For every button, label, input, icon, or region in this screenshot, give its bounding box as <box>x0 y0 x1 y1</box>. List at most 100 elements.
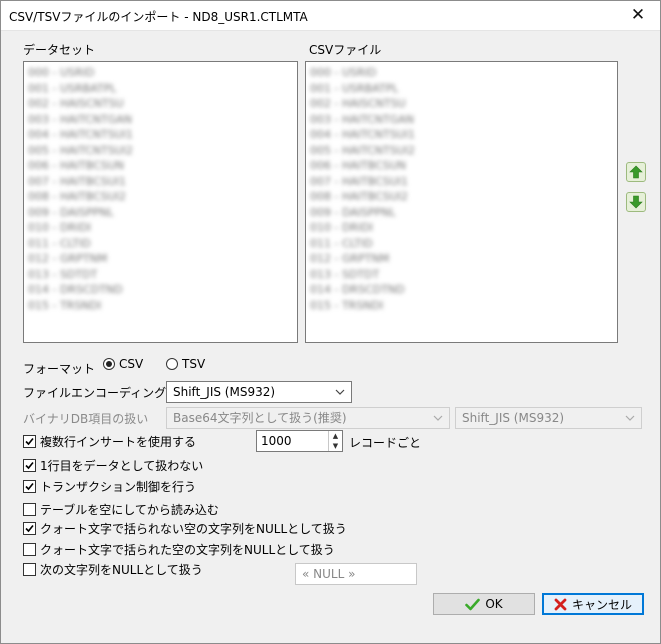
stepper-arrows[interactable]: ▲ ▼ <box>328 431 342 451</box>
list-item[interactable]: 013 - SDTDT <box>28 267 293 283</box>
window-title: CSV/TSVファイルのインポート - ND8_USR1.CTLMTA <box>9 10 308 24</box>
checkmark-icon <box>25 461 34 470</box>
list-item[interactable]: 007 - HAITBCSUI1 <box>28 174 293 190</box>
chevron-down-icon <box>335 389 345 395</box>
checkmark-icon <box>25 482 34 491</box>
custom-null-label: 次の文字列をNULLとして扱う <box>40 563 203 577</box>
list-item[interactable]: 010 - DRIDI <box>28 220 293 236</box>
checkbox-box <box>23 480 36 493</box>
encoding-select[interactable]: Shift_JIS (MS932) <box>166 381 352 403</box>
list-item[interactable]: 005 - HAITCNTSUI2 <box>310 143 613 159</box>
encoding-value: Shift_JIS (MS932) <box>173 385 276 399</box>
binary-mode-select[interactable]: Base64文字列として扱う(推奨) <box>166 407 450 429</box>
csv-file-label: CSVファイル <box>309 43 382 57</box>
quoted-empty-null-checkbox[interactable]: クォート文字で括られた空の文字列をNULLとして扱う <box>23 541 335 558</box>
transaction-label: トランザクション制御を行う <box>40 480 197 494</box>
list-item[interactable]: 000 - USRID <box>28 65 293 81</box>
dataset-label: データセット <box>23 43 96 57</box>
move-up-button[interactable] <box>626 162 646 182</box>
binary-label: バイナリDB項目の扱い <box>23 412 149 426</box>
ok-button-label: OK <box>485 597 503 611</box>
format-label: フォーマット <box>23 362 96 376</box>
list-item[interactable]: 002 - HAISCNTSU <box>28 96 293 112</box>
cross-icon <box>554 598 567 610</box>
list-item[interactable]: 012 - GRPTNM <box>28 251 293 267</box>
radio-label-csv: CSV <box>119 357 144 371</box>
list-item[interactable]: 001 - USRBATPL <box>310 81 613 97</box>
quoted-empty-null-label: クォート文字で括られた空の文字列をNULLとして扱う <box>40 543 335 557</box>
close-icon[interactable]: ✕ <box>616 1 660 31</box>
list-item[interactable]: 003 - HAITCNTGAN <box>310 112 613 128</box>
stepper-up-icon[interactable]: ▲ <box>329 431 342 441</box>
list-item[interactable]: 004 - HAITCNTSUI1 <box>28 127 293 143</box>
list-item[interactable]: 009 - DAISPPNL <box>310 205 613 221</box>
arrow-up-icon <box>629 165 643 179</box>
multi-insert-checkbox[interactable]: 複数行インサートを使用する <box>23 433 196 450</box>
truncate-checkbox[interactable]: テーブルを空にしてから読み込む <box>23 501 219 518</box>
unquoted-empty-null-label: クォート文字で括られない空の文字列をNULLとして扱う <box>40 522 347 536</box>
title-bar: CSV/TSVファイルのインポート - ND8_USR1.CTLMTA ✕ <box>1 1 660 31</box>
csv-file-listbox[interactable]: 000 - USRID 001 - USRBATPL 002 - HAISCNTSU… <box>305 61 618 343</box>
move-down-button[interactable] <box>626 192 646 212</box>
radio-dot <box>166 358 178 370</box>
list-item[interactable]: 011 - CLTID <box>28 236 293 252</box>
checkmark-icon <box>25 437 34 446</box>
first-row-label: 1行目をデータとして扱わない <box>40 459 204 473</box>
list-item[interactable]: 006 - HAITBCSUN <box>28 158 293 174</box>
list-item[interactable]: 014 - DRSCDTND <box>310 282 613 298</box>
list-item[interactable]: 005 - HAITCNTSUI2 <box>28 143 293 159</box>
checkbox-box <box>23 563 36 576</box>
radio-dot <box>103 358 115 370</box>
checkbox-box <box>23 435 36 448</box>
checkbox-box <box>23 459 36 472</box>
format-radio-tsv[interactable]: TSV <box>166 357 205 371</box>
null-string-placeholder: « NULL » <box>302 567 356 581</box>
list-item[interactable]: 014 - DRSCDTND <box>28 282 293 298</box>
list-item[interactable]: 015 - TRSNDI <box>28 298 293 314</box>
list-item[interactable]: 000 - USRID <box>310 65 613 81</box>
list-item[interactable]: 008 - HAITBCSUI2 <box>28 189 293 205</box>
custom-null-checkbox[interactable]: 次の文字列をNULLとして扱う <box>23 561 203 578</box>
list-item[interactable]: 012 - GRPTNM <box>310 251 613 267</box>
record-count-value: 1000 <box>261 434 292 448</box>
cancel-button[interactable]: キャンセル <box>542 593 644 615</box>
list-item[interactable]: 013 - SDTDT <box>310 267 613 283</box>
list-item[interactable]: 009 - DAISPPNL <box>28 205 293 221</box>
ok-button[interactable]: OK <box>433 593 535 615</box>
first-row-checkbox[interactable]: 1行目をデータとして扱わない <box>23 457 203 474</box>
cancel-button-label: キャンセル <box>571 597 632 612</box>
chevron-down-icon <box>625 415 635 421</box>
checkbox-box <box>23 503 36 516</box>
null-string-input[interactable]: « NULL » <box>295 563 417 585</box>
dataset-listbox[interactable]: 000 - USRID 001 - USRBATPL 002 - HAISCNTSU… <box>23 61 298 343</box>
binary-encoding-select[interactable]: Shift_JIS (MS932) <box>455 407 642 429</box>
binary-mode-value: Base64文字列として扱う(推奨) <box>173 411 347 425</box>
list-item[interactable]: 006 - HAITBCSUN <box>310 158 613 174</box>
stepper-down-icon[interactable]: ▼ <box>329 441 342 451</box>
radio-label-tsv: TSV <box>182 357 206 371</box>
list-item[interactable]: 008 - HAITBCSUI2 <box>310 189 613 205</box>
multi-insert-label: 複数行インサートを使用する <box>40 435 197 449</box>
record-count-stepper[interactable]: 1000 ▲ ▼ <box>256 430 343 452</box>
checkmark-icon <box>25 524 34 533</box>
list-item[interactable]: 004 - HAITCNTSUI1 <box>310 127 613 143</box>
import-dialog: CSV/TSVファイルのインポート - ND8_USR1.CTLMTA ✕ デー… <box>0 0 661 644</box>
transaction-checkbox[interactable]: トランザクション制御を行う <box>23 478 196 495</box>
checkbox-box <box>23 522 36 535</box>
format-radio-csv[interactable]: CSV <box>103 357 143 371</box>
record-unit-label: レコードごと <box>349 436 422 450</box>
list-item[interactable]: 010 - DRIDI <box>310 220 613 236</box>
list-item[interactable]: 015 - TRSNDI <box>310 298 613 314</box>
checkbox-box <box>23 543 36 556</box>
binary-encoding-value: Shift_JIS (MS932) <box>462 411 565 425</box>
list-item[interactable]: 007 - HAITBCSUI1 <box>310 174 613 190</box>
list-item[interactable]: 001 - USRBATPL <box>28 81 293 97</box>
list-item[interactable]: 003 - HAITCNTGAN <box>28 112 293 128</box>
list-item[interactable]: 002 - HAISCNTSU <box>310 96 613 112</box>
chevron-down-icon <box>433 415 443 421</box>
list-item[interactable]: 011 - CLTID <box>310 236 613 252</box>
encoding-label: ファイルエンコーディング <box>23 386 167 400</box>
unquoted-empty-null-checkbox[interactable]: クォート文字で括られない空の文字列をNULLとして扱う <box>23 520 347 537</box>
check-icon <box>465 598 481 610</box>
truncate-label: テーブルを空にしてから読み込む <box>40 503 219 517</box>
